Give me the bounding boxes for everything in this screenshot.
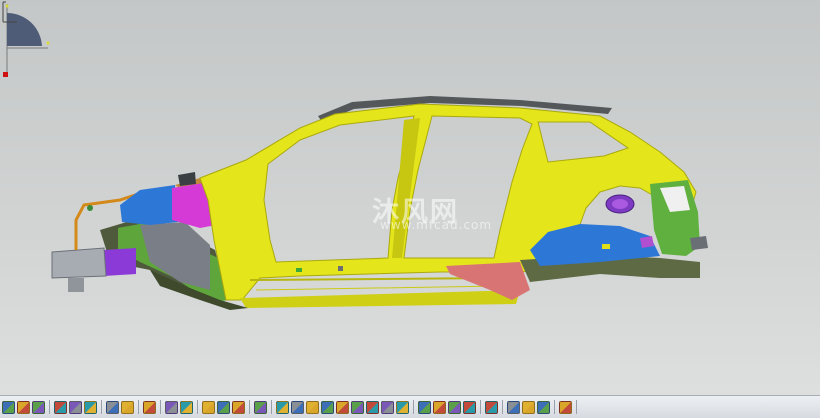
bracket-foot xyxy=(68,278,84,292)
toolbar-separator xyxy=(138,400,139,414)
toolbar-separator xyxy=(49,400,50,414)
toolbar-separator xyxy=(413,400,414,414)
paint-icon[interactable] xyxy=(2,400,15,414)
iso-view-icon[interactable] xyxy=(381,400,394,414)
render-icon[interactable] xyxy=(522,400,535,414)
front-view-icon[interactable] xyxy=(396,400,409,414)
shock-tower xyxy=(178,172,196,186)
analysis-icon[interactable] xyxy=(232,400,245,414)
toolbar-separator xyxy=(160,400,161,414)
undo-icon[interactable] xyxy=(106,400,119,414)
fit-all-icon[interactable] xyxy=(351,400,364,414)
hide-show-icon[interactable] xyxy=(433,400,446,414)
multi-view-icon[interactable] xyxy=(366,400,379,414)
knowledge-icon[interactable] xyxy=(180,400,193,414)
toolbar-separator xyxy=(554,400,555,414)
front-purple-block xyxy=(104,248,136,276)
pan-icon[interactable] xyxy=(276,400,289,414)
whats-this-icon[interactable] xyxy=(143,400,156,414)
rocker-sill xyxy=(240,290,520,308)
shading-icon[interactable] xyxy=(418,400,431,414)
measure-icon[interactable] xyxy=(485,400,498,414)
photo-studio-icon[interactable] xyxy=(537,400,550,414)
paste-icon[interactable] xyxy=(84,400,97,414)
lights-icon[interactable] xyxy=(463,400,476,414)
toolbar-separator xyxy=(101,400,102,414)
catalog-icon[interactable] xyxy=(202,400,215,414)
cut-icon[interactable] xyxy=(54,400,67,414)
swap-space-icon[interactable] xyxy=(448,400,461,414)
formula-icon[interactable] xyxy=(165,400,178,414)
3d-viewport[interactable]: 沐风网 www.mfcad.com xyxy=(0,0,820,394)
redo-icon[interactable] xyxy=(121,400,134,414)
normal-view-icon[interactable] xyxy=(336,400,349,414)
zoom-out-icon[interactable] xyxy=(321,400,334,414)
bumper-bracket xyxy=(51,247,107,279)
toolbar-separator xyxy=(249,400,250,414)
zoom-in-icon[interactable] xyxy=(306,400,319,414)
apply-material-icon[interactable] xyxy=(507,400,520,414)
sketch-icon[interactable] xyxy=(254,400,267,414)
rotate-icon[interactable] xyxy=(291,400,304,414)
toolbar-separator xyxy=(576,400,577,414)
copy-icon[interactable] xyxy=(69,400,82,414)
print-icon[interactable] xyxy=(32,400,45,414)
toolbar-separator xyxy=(197,400,198,414)
front-wheelhouse-blue xyxy=(120,185,178,225)
toolbar-separator xyxy=(271,400,272,414)
save-icon[interactable] xyxy=(17,400,30,414)
toolbar-separator xyxy=(502,400,503,414)
capture-icon[interactable] xyxy=(559,400,572,414)
tree-icon[interactable] xyxy=(217,400,230,414)
bottom-toolbar xyxy=(0,395,820,418)
toolbar-separator xyxy=(480,400,481,414)
watermark-url: www.mfcad.com xyxy=(380,218,493,232)
axis-triad-icon[interactable] xyxy=(0,0,18,26)
